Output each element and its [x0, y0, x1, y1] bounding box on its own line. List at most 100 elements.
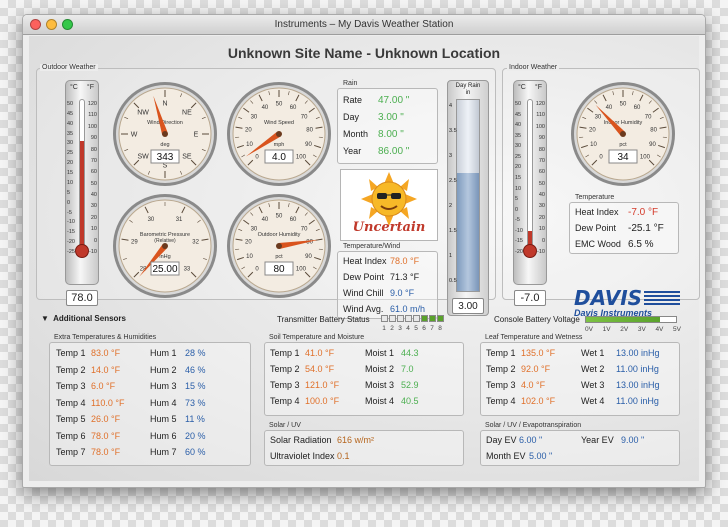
extra-temps-panel: Temp 1 83.0 °F Hum 1 28 % Temp 2 14.0 °F Hum 2…: [49, 342, 251, 466]
sensor-hv-cell: 11 %: [185, 414, 205, 424]
minimize-button[interactable]: [46, 19, 57, 30]
indoor-thermometer: °C °F 50 45 40 35 30 25 20 15 10 5 0 -5 -10 -15 -20 120 1…: [513, 80, 547, 285]
logo-stripes-icon: [644, 291, 680, 305]
gauge-unit: deg: [160, 142, 169, 148]
sensor-h-cell: Hum 4: [150, 397, 177, 408]
close-button[interactable]: [30, 19, 41, 30]
fahrenheit-tick: 120: [87, 101, 97, 107]
month-ev-value: 5.00 ": [529, 451, 553, 461]
day-rain-tick: 4: [449, 103, 453, 109]
transmitter-battery-cell: [381, 315, 388, 322]
fahrenheit-tick: 60: [90, 169, 97, 176]
celsius-tick: 10: [67, 179, 74, 186]
fahrenheit-tick: 110: [536, 112, 545, 119]
gauge-tick-label: 100: [296, 266, 307, 272]
sensor-t-cell: Temp 2: [486, 364, 516, 374]
gauge-tick-label: SE: [182, 153, 192, 160]
temp-wind-panel: Heat Index 78.0 °F Dew Point 71.3 °F Win…: [337, 251, 438, 319]
sensor-h-cell: Hum 2: [150, 364, 177, 375]
gauge-tick-label: 50: [276, 102, 283, 108]
month-ev-label: Month EV: [486, 451, 526, 461]
celsius-tick: 15: [67, 170, 74, 177]
celsius-tick: -15: [67, 229, 75, 236]
console-voltage-tick: 2V: [620, 326, 629, 333]
zoom-button[interactable]: [62, 19, 73, 30]
celsius-tick: 40: [67, 120, 74, 127]
fahrenheit-unit: °F: [534, 84, 542, 91]
sensor-wv-cell: 13.00 inHg: [616, 348, 660, 358]
sensor-w-cell: Wet 3: [581, 380, 605, 390]
wind-avg-label: Wind Avg.: [343, 304, 384, 314]
celsius-tick: -5: [67, 209, 72, 216]
celsius-tick: 30: [67, 140, 74, 147]
fahrenheit-tick: 70: [538, 157, 545, 164]
sensor-m-cell: Moist 1: [365, 348, 395, 358]
fahrenheit-tick: 110: [88, 112, 97, 119]
rain-year-value: 86.00 ": [378, 146, 410, 157]
window-titlebar[interactable]: Instruments – My Davis Weather Station: [23, 15, 705, 35]
gauge-unit: mph: [274, 142, 285, 148]
console-voltage-tick: 0V: [585, 326, 593, 333]
transmitter-id: 7: [430, 325, 434, 332]
sensor-tv-cell: 6.0 °F: [91, 381, 116, 391]
day-rain-gauge: Day Rain in 4 3.5 3 2.5 2 1.5 1 0.5 3.00: [447, 80, 489, 316]
celsius-tick: 15: [515, 175, 522, 181]
transmitter-battery-cell: [421, 315, 428, 322]
sensor-mv-cell: 7.0: [401, 364, 414, 374]
console-battery-label: Console Battery Voltage: [494, 315, 580, 324]
fahrenheit-tick: 0: [541, 237, 545, 244]
gauge-tick-label: 29: [131, 240, 138, 246]
sensor-t-cell: Temp 3: [56, 381, 86, 391]
sensor-h-cell: Hum 5: [150, 414, 177, 424]
disclosure-triangle-icon[interactable]: ▼: [41, 314, 49, 323]
sensor-t-cell: Temp 2: [56, 364, 86, 375]
forecast-panel: Uncertain: [340, 169, 438, 241]
fahrenheit-tick: 30: [90, 203, 97, 210]
sensor-t-cell: Temp 4: [56, 397, 86, 408]
transmitter-id: 1: [382, 325, 386, 332]
celsius-tick: 30: [515, 143, 522, 150]
celsius-tick: 0: [67, 199, 71, 206]
sensor-h-cell: Hum 6: [150, 430, 177, 441]
console-battery-bar: [585, 316, 677, 323]
year-ev-value: 9.00 ": [621, 435, 645, 445]
sensor-tv-cell: 41.0 °F: [305, 348, 335, 358]
gauge-tick-label: 20: [589, 128, 596, 134]
gauge-tick-label: 33: [184, 266, 191, 272]
barometer-gauge: 282930 313233Barometric Pressure(Relative…: [113, 194, 217, 298]
celsius-tick: 45: [67, 110, 74, 117]
console-voltage-scale: 0V 1V 2V 3V 4V 5V: [585, 326, 681, 333]
gauge-tick-label: 40: [262, 105, 269, 111]
day-ev-label: Day EV: [486, 435, 517, 445]
sensor-tv-cell: 78.0 °F: [91, 447, 121, 457]
celsius-tick: 5: [515, 196, 519, 203]
console-voltage-tick: 4V: [655, 326, 664, 333]
sensor-tv-cell: 135.0 °F: [521, 348, 556, 358]
outdoor-thermometer: °C °F 50 45 40 35 30 25 20 15 10 5 0 -5 -10 -15 -20 -25 1…: [65, 80, 99, 285]
gauge-tick-label: 31: [176, 217, 183, 223]
gauge-unit: inHg: [159, 254, 170, 260]
gauge-tick-label: 40: [262, 217, 269, 223]
sensor-tv-cell: 102.0 °F: [521, 396, 556, 406]
day-rain-tick: 3: [449, 153, 453, 159]
fahrenheit-tick: 0: [93, 237, 97, 244]
celsius-tick: 50: [515, 101, 522, 107]
gauge-label: Wind Speed: [264, 120, 294, 126]
sensor-tv-cell: 14.0 °F: [91, 364, 121, 375]
day-rain-tick: 3.5: [449, 128, 457, 134]
fahrenheit-tick: 80: [538, 146, 545, 153]
gauge-tick-label: 30: [251, 114, 258, 120]
fahrenheit-tick: 40: [538, 192, 545, 199]
celsius-tick: -20: [67, 239, 75, 246]
gauge-readout: 34: [617, 152, 629, 163]
transmitter-ids: 12345678: [381, 325, 443, 332]
fahrenheit-tick: 10: [538, 226, 545, 233]
gauge-tick-label: 40: [606, 105, 613, 111]
additional-sensors-toggle[interactable]: ▼ Additional Sensors: [41, 314, 126, 323]
celsius-tick: -10: [67, 219, 75, 226]
gauge-tick-label: 70: [301, 114, 308, 120]
fahrenheit-tick: -10: [537, 249, 545, 255]
instruments-window: Instruments – My Davis Weather Station U…: [22, 14, 706, 488]
day-rain-tick: 1.5: [449, 228, 457, 234]
gauge-label: Outdoor Humidity: [258, 232, 301, 238]
